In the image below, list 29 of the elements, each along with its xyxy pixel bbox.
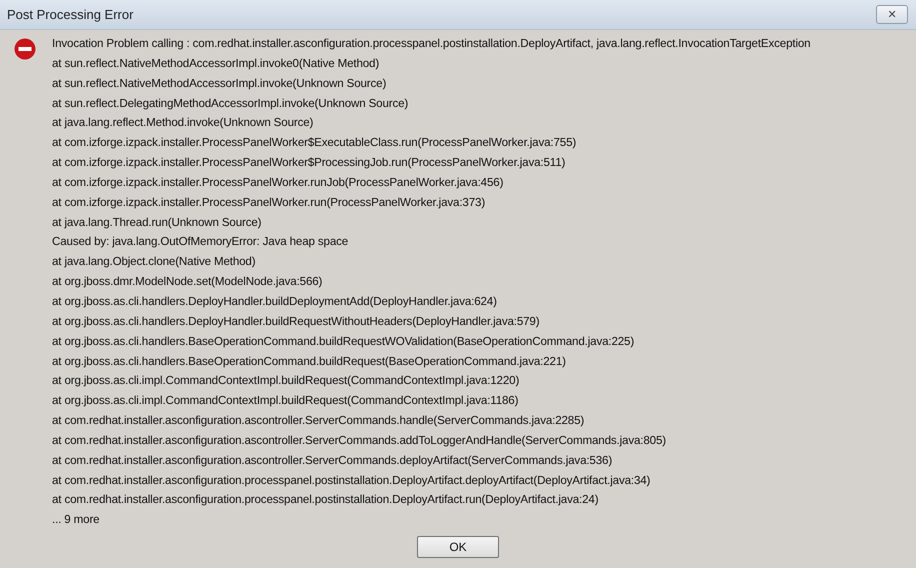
message-line: at sun.reflect.NativeMethodAccessorImpl.invoke(Unknown Source) <box>52 76 388 92</box>
message-line: at org.jboss.as.cli.handlers.BaseOperationCommand.buildRequest(BaseOperationCommand.java:221) <box>52 354 567 370</box>
message-line: at java.lang.reflect.Method.invoke(Unknown Source) <box>52 115 314 132</box>
message-line: at com.redhat.installer.asconfiguration.ascontroller.ServerCommands.handle(ServerCommands.java:2285) <box>52 413 586 430</box>
message-line: ... 9 more <box>52 512 100 528</box>
ok-button[interactable]: OK <box>417 536 499 558</box>
message-line: at com.izforge.izpack.installer.ProcessPanelWorker.runJob(ProcessPanelWorker.java:456) <box>52 174 504 191</box>
window-title: Post Processing Error <box>7 6 134 24</box>
message-line: at org.jboss.as.cli.handlers.DeployHandler.buildDeploymentAdd(DeployHandler.java:624) <box>52 294 498 310</box>
message-line: at com.izforge.izpack.installer.ProcessPanelWorker$ExecutableClass.run(ProcessPanelWorker.java:755) <box>52 135 578 152</box>
message-line: Caused by: java.lang.OutOfMemoryError: Java heap space <box>52 234 350 250</box>
message-line: at sun.reflect.NativeMethodAccessorImpl.invoke0(Native Method) <box>52 56 380 72</box>
error-icon <box>14 38 36 60</box>
message-line: at com.redhat.installer.asconfiguration.processpanel.postinstallation.DeployArtifact.deployArtifact(DeployArtifact.java:34) <box>52 472 652 489</box>
message-line: at com.redhat.installer.asconfiguration.ascontroller.ServerCommands.deployArtifact(ServerCommands.java:536) <box>52 452 614 469</box>
message-line: at sun.reflect.DelegatingMethodAccessorImpl.invoke(Unknown Source) <box>52 96 410 112</box>
message-line: at org.jboss.dmr.ModelNode.set(ModelNode.java:566) <box>52 274 324 290</box>
message-line: at org.jboss.as.cli.handlers.BaseOperationCommand.buildRequestWOValidation(BaseOperationCommand.java:225) <box>52 334 636 350</box>
message-line: at org.jboss.as.cli.handlers.DeployHandler.buildRequestWithoutHeaders(DeployHandler.java:579) <box>52 314 540 330</box>
message-line: at com.redhat.installer.asconfiguration.ascontroller.ServerCommands.addToLoggerAndHandle(ServerCommands.java:805) <box>52 432 667 449</box>
message-line: Invocation Problem calling : com.redhat.installer.asconfiguration.processpanel.postinstallation.DeployArtifact, java.lang.reflect.InvocationTargetException <box>52 36 810 52</box>
close-button[interactable]: ✕ <box>876 5 908 24</box>
message-line: at com.redhat.installer.asconfiguration.processpanel.postinstallation.DeployArtifact.run(DeployArtifact.java:24) <box>52 492 600 508</box>
message-line: at com.izforge.izpack.installer.ProcessPanelWorker.run(ProcessPanelWorker.java:373) <box>52 194 486 211</box>
message-line: at org.jboss.as.cli.impl.CommandContextImpl.buildRequest(CommandContextImpl.java:1220) <box>52 373 520 390</box>
message-line: at com.izforge.izpack.installer.ProcessPanelWorker$ProcessingJob.run(ProcessPanelWorker.java:511) <box>52 155 566 172</box>
message-line: at java.lang.Thread.run(Unknown Source) <box>52 214 262 231</box>
message-line: at org.jboss.as.cli.impl.CommandContextImpl.buildRequest(CommandContextImpl.java:1186) <box>52 393 520 410</box>
message-line: at java.lang.Object.clone(Native Method) <box>52 254 256 270</box>
